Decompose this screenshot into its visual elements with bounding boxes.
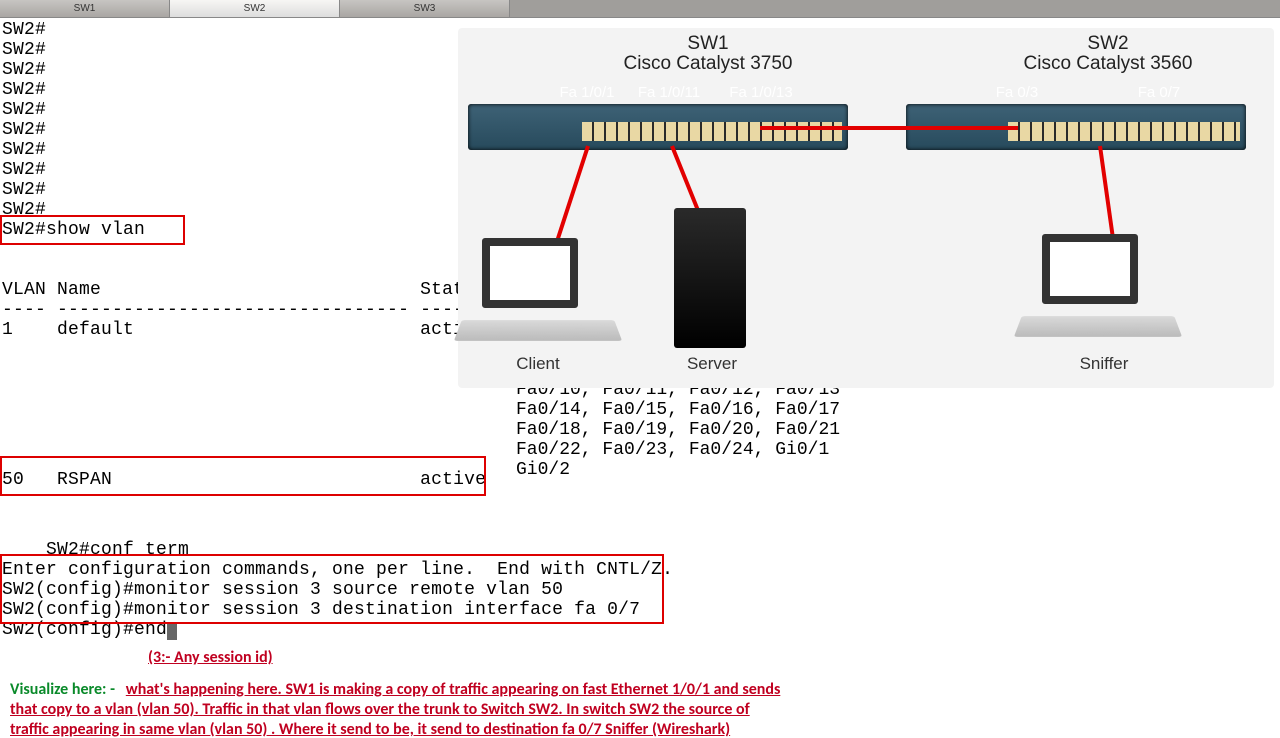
tab-sw3[interactable]: SW3 bbox=[340, 0, 510, 17]
page: SW2# SW2# SW2# SW2# SW2# SW2# SW2# SW2# … bbox=[0, 18, 1280, 738]
network-diagram: SW1Cisco Catalyst 3750 SW2Cisco Catalyst… bbox=[458, 28, 1274, 388]
highlight-config bbox=[0, 554, 664, 624]
note-visualize-body: what's happening here. SW1 is making a c… bbox=[10, 680, 780, 738]
sw2-title: SW2Cisco Catalyst 3560 bbox=[998, 34, 1218, 74]
label-server: Server bbox=[662, 354, 762, 374]
sniffer-laptop-icon bbox=[1018, 234, 1178, 354]
cursor-icon bbox=[167, 624, 177, 640]
terminal-prompts: SW2# SW2# SW2# SW2# SW2# SW2# SW2# SW2# … bbox=[2, 20, 46, 220]
sw1-title: SW1Cisco Catalyst 3750 bbox=[598, 34, 818, 74]
note-session-id: (3:- Any session id) bbox=[148, 648, 273, 667]
port-fa0-3: Fa 0/3 bbox=[982, 84, 1052, 101]
label-client: Client bbox=[488, 354, 588, 374]
tab-sw1[interactable]: SW1 bbox=[0, 0, 170, 17]
tab-bar: SW1 SW2 SW3 bbox=[0, 0, 1280, 18]
note-visualize-label: Visualize here: - bbox=[10, 680, 115, 699]
tab-sw2[interactable]: SW2 bbox=[170, 0, 340, 17]
highlight-show-vlan bbox=[0, 215, 185, 245]
port-fa1-0-1: Fa 1/0/1 bbox=[552, 84, 622, 101]
highlight-rspan-row bbox=[0, 456, 486, 496]
port-fa1-0-13: Fa 1/0/13 bbox=[726, 84, 796, 101]
vlan-header: VLAN Name Status ---- ------------------… bbox=[2, 280, 519, 320]
vlan-row-default: 1 default active bbox=[2, 320, 486, 340]
label-sniffer: Sniffer bbox=[1054, 354, 1154, 374]
link-sw1-sw2 bbox=[760, 126, 1018, 130]
client-laptop-icon bbox=[458, 238, 618, 358]
server-tower-icon bbox=[674, 208, 746, 348]
note-visualize: Visualize here: - what's happening here.… bbox=[10, 680, 790, 738]
port-fa1-0-11: Fa 1/0/11 bbox=[634, 84, 704, 101]
port-fa0-7: Fa 0/7 bbox=[1124, 84, 1194, 101]
